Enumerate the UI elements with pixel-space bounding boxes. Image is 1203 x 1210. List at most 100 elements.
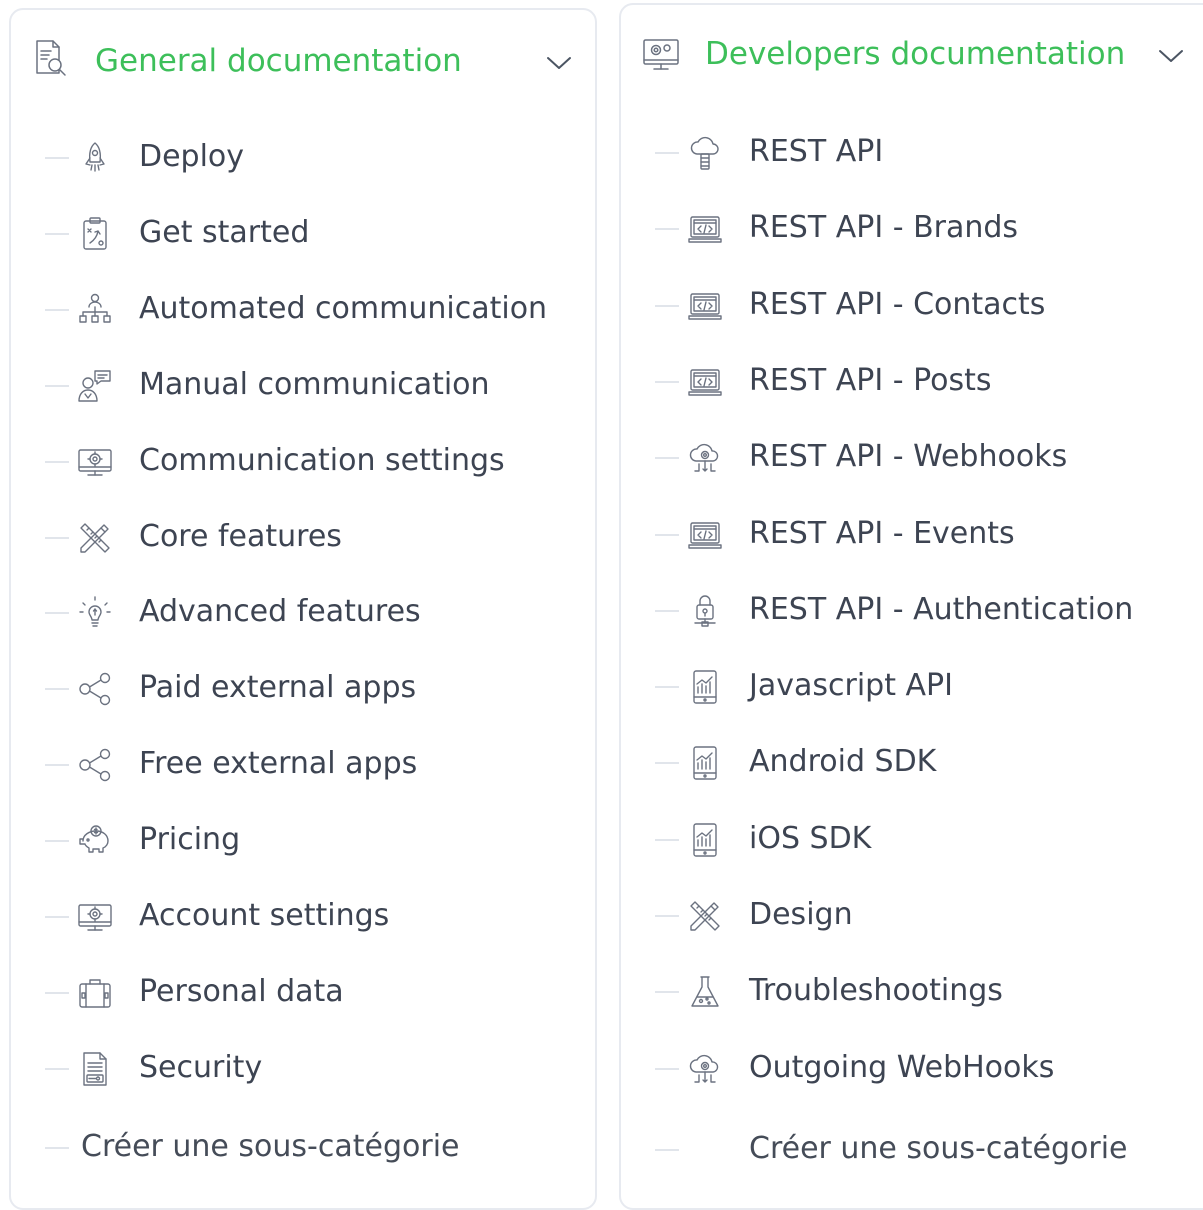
list-item-label: Manual communication <box>139 366 490 402</box>
person-chat-icon <box>77 368 113 404</box>
create-subcategory-link[interactable]: Créer une sous-catégorie <box>11 1118 595 1178</box>
monitor-gear-icon <box>77 444 113 480</box>
tree-connector <box>45 1147 69 1149</box>
list-item-label: Paid external apps <box>139 670 417 706</box>
list-item[interactable]: Javascript API <box>621 657 1203 717</box>
list-item-label: Design <box>749 897 853 932</box>
tree-connector <box>655 457 679 460</box>
tree-connector <box>655 1067 679 1070</box>
list-item[interactable]: Paid external apps <box>11 659 595 719</box>
list-item[interactable]: Design <box>621 886 1203 946</box>
tree-connector <box>45 840 69 843</box>
code-laptop-icon <box>687 517 723 553</box>
clipboard-strategy-icon <box>77 216 113 252</box>
list-item[interactable]: Pricing <box>11 811 595 871</box>
list-item[interactable]: Android SDK <box>621 733 1203 793</box>
tree-connector <box>655 533 679 536</box>
create-subcategory-label: Créer une sous-catégorie <box>749 1131 1128 1166</box>
list-item[interactable]: Advanced features <box>11 583 595 643</box>
list-item[interactable]: Manual communication <box>11 356 595 416</box>
tablet-chart-icon <box>687 822 723 858</box>
general-documentation-title: General documentation <box>95 43 462 79</box>
list-item-label: Communication settings <box>139 442 505 478</box>
list-item[interactable]: REST API - Webhooks <box>621 428 1203 488</box>
tree-connector <box>45 688 69 691</box>
share-icon <box>77 747 113 783</box>
list-item-label: Automated communication <box>139 290 548 326</box>
list-item[interactable]: REST API - Events <box>621 505 1203 565</box>
lock-network-icon <box>687 593 723 629</box>
list-item[interactable]: Security <box>11 1039 595 1099</box>
list-item[interactable]: Deploy <box>11 128 595 188</box>
list-item-label: Personal data <box>139 973 344 1009</box>
list-item-label: Core features <box>139 518 342 554</box>
monitor-gear-icon <box>641 35 681 75</box>
list-item[interactable]: Personal data <box>11 963 595 1023</box>
tree-connector <box>45 460 69 463</box>
list-item[interactable]: Automated communication <box>11 280 595 340</box>
list-item[interactable]: Troubleshootings <box>621 962 1203 1022</box>
flask-icon <box>687 974 723 1010</box>
lightbulb-icon <box>77 595 113 631</box>
list-item-label: Outgoing WebHooks <box>749 1049 1055 1085</box>
list-item[interactable]: Free external apps <box>11 735 595 795</box>
tree-connector <box>655 991 679 994</box>
list-item[interactable]: REST API - Authentication <box>621 581 1203 641</box>
list-item[interactable]: Core features <box>11 508 595 568</box>
list-item-label: REST API - Brands <box>749 210 1019 246</box>
chevron-down-icon[interactable] <box>1157 47 1185 65</box>
list-item[interactable]: iOS SDK <box>621 810 1203 870</box>
tree-connector <box>45 157 69 159</box>
create-subcategory-label: Créer une sous-catégorie <box>81 1129 460 1164</box>
tree-connector <box>655 609 679 612</box>
list-item[interactable]: REST API - Brands <box>621 199 1203 259</box>
tree-connector <box>655 304 679 307</box>
list-item-label: REST API - Events <box>749 515 1015 551</box>
org-chart-icon <box>77 292 113 328</box>
list-item-label: Account settings <box>139 898 390 933</box>
cloud-server-icon <box>687 135 723 171</box>
pencil-ruler-icon <box>687 898 723 934</box>
list-item-label: Deploy <box>139 139 245 174</box>
briefcase-icon <box>77 975 113 1011</box>
list-item-label: REST API - Contacts <box>749 286 1046 322</box>
tree-connector <box>655 915 679 917</box>
list-item[interactable]: REST API - Posts <box>621 352 1203 412</box>
list-item-label: Security <box>139 1049 263 1085</box>
list-item[interactable]: Account settings <box>11 887 595 947</box>
tree-connector <box>45 916 69 918</box>
document-key-icon <box>77 1051 113 1087</box>
list-item[interactable]: REST API - Contacts <box>621 276 1203 336</box>
tree-connector <box>45 384 69 387</box>
list-item-label: REST API - Posts <box>749 362 992 398</box>
list-item-label: Get started <box>139 214 310 250</box>
list-item-label: iOS SDK <box>749 820 872 856</box>
list-item-label: REST API - Authentication <box>749 591 1134 627</box>
tree-connector <box>655 380 679 383</box>
list-item-label: Javascript API <box>749 668 953 704</box>
code-laptop-icon <box>687 364 723 400</box>
tree-connector <box>45 536 69 539</box>
list-item-label: REST API - Webhooks <box>749 439 1068 475</box>
list-item[interactable]: Outgoing WebHooks <box>621 1039 1203 1099</box>
share-icon <box>77 671 113 707</box>
tree-connector <box>655 228 679 231</box>
list-item[interactable]: REST API <box>621 123 1203 183</box>
cloud-gear-icon <box>687 1051 723 1087</box>
tree-connector <box>655 686 679 689</box>
tree-connector <box>45 232 69 235</box>
developers-documentation-panel: Developers documentation REST API REST AP… <box>619 3 1203 1210</box>
list-item[interactable]: Get started <box>11 204 595 264</box>
tablet-chart-icon <box>687 745 723 781</box>
list-item[interactable]: Communication settings <box>11 432 595 492</box>
tree-connector <box>655 1149 679 1151</box>
tree-connector <box>655 838 679 841</box>
general-documentation-panel: General documentation Deploy Get started A… <box>9 8 597 1210</box>
create-subcategory-link[interactable]: Créer une sous-catégorie <box>621 1120 1203 1180</box>
chevron-down-icon[interactable] <box>545 54 573 72</box>
rocket-icon <box>77 140 113 176</box>
list-item-label: Android SDK <box>749 744 937 780</box>
developers-documentation-header[interactable]: Developers documentation <box>621 5 1203 115</box>
monitor-gear-icon <box>77 899 113 935</box>
general-documentation-header[interactable]: General documentation <box>11 10 595 120</box>
